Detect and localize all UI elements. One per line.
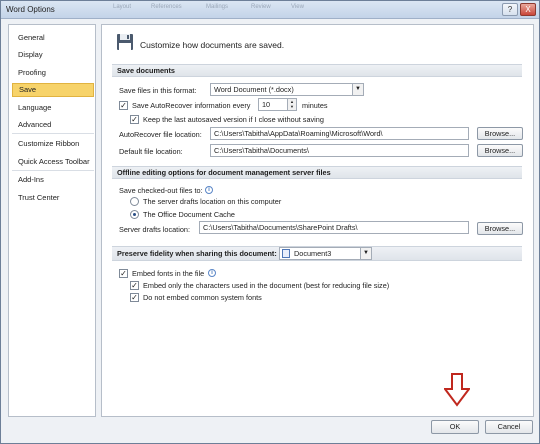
server-drafts-radio[interactable] bbox=[130, 197, 139, 206]
autorecover-label: Save AutoRecover information every bbox=[132, 101, 251, 110]
server-drafts-location-label: Server drafts location: bbox=[119, 225, 190, 234]
sidebar-item-advanced[interactable]: Advanced bbox=[12, 118, 94, 132]
sidebar-item-proofing[interactable]: Proofing bbox=[12, 66, 94, 80]
ghost-tab-layout: Layout bbox=[113, 4, 132, 10]
server-drafts-option-label: The server drafts location on this compu… bbox=[143, 197, 282, 206]
word-document-icon bbox=[282, 249, 290, 258]
autorecover-location-label: AutoRecover file location: bbox=[119, 130, 202, 139]
sidebar-item-language[interactable]: Language bbox=[12, 101, 94, 115]
save-format-select[interactable]: Word Document (*.docx) ▼ bbox=[210, 83, 364, 96]
do-not-embed-system-fonts-checkbox[interactable]: ✓ bbox=[130, 293, 139, 302]
ghost-tab-mailings: Mailings bbox=[206, 4, 229, 10]
help-button[interactable]: ? bbox=[502, 3, 518, 16]
sidebar-item-general[interactable]: General bbox=[12, 31, 94, 45]
office-document-cache-option-label: The Office Document Cache bbox=[143, 210, 235, 219]
save-options-panel: Customize how documents are saved. Save … bbox=[101, 24, 534, 417]
sidebar-divider bbox=[12, 133, 94, 134]
default-location-browse-button[interactable]: Browse... bbox=[477, 144, 523, 157]
section-offline-editing: Offline editing options for document man… bbox=[112, 166, 522, 179]
ok-button[interactable]: OK bbox=[431, 420, 479, 434]
fidelity-document-value: Document3 bbox=[294, 249, 332, 258]
chevron-down-icon: ▼ bbox=[352, 84, 363, 95]
keep-last-autosaved-label: Keep the last autosaved version if I clo… bbox=[143, 115, 324, 124]
do-not-embed-system-fonts-label: Do not embed common system fonts bbox=[143, 293, 262, 302]
autorecover-minutes-spinner[interactable]: 10 ▲ ▼ bbox=[258, 98, 297, 111]
autorecover-browse-button[interactable]: Browse... bbox=[477, 127, 523, 140]
info-icon: i bbox=[205, 186, 213, 194]
title-bar: Word Options Layout References Mailings … bbox=[1, 1, 539, 19]
embed-only-used-characters-checkbox[interactable]: ✓ bbox=[130, 281, 139, 290]
sidebar-item-save[interactable]: Save bbox=[12, 83, 94, 97]
sidebar-item-display[interactable]: Display bbox=[12, 48, 94, 62]
sidebar-item-customize-ribbon[interactable]: Customize Ribbon bbox=[12, 137, 94, 151]
word-options-dialog: Word Options Layout References Mailings … bbox=[0, 0, 540, 444]
options-sidebar: General Display Proofing Save Language A… bbox=[8, 24, 96, 417]
window-title: Word Options bbox=[6, 5, 55, 14]
fidelity-document-select[interactable]: Document3 ▼ bbox=[279, 247, 372, 260]
default-location-label: Default file location: bbox=[119, 147, 183, 156]
preserve-fidelity-label: Preserve fidelity when sharing this docu… bbox=[117, 249, 277, 258]
autorecover-checkbox[interactable]: ✓ bbox=[119, 101, 128, 110]
info-icon: i bbox=[208, 269, 216, 277]
sidebar-item-quick-access-toolbar[interactable]: Quick Access Toolbar bbox=[12, 155, 94, 169]
keep-last-autosaved-checkbox[interactable]: ✓ bbox=[130, 115, 139, 124]
ghost-tab-review: Review bbox=[251, 4, 271, 10]
autorecover-location-input[interactable]: C:\Users\Tabitha\AppData\Roaming\Microso… bbox=[210, 127, 469, 140]
spinner-arrows-icon: ▲ ▼ bbox=[287, 99, 296, 110]
autorecover-minutes-value: 10 bbox=[262, 100, 271, 109]
server-drafts-browse-button[interactable]: Browse... bbox=[477, 222, 523, 235]
minutes-label: minutes bbox=[302, 101, 328, 110]
save-format-label: Save files in this format: bbox=[119, 86, 197, 95]
ghost-tab-references: References bbox=[151, 4, 182, 10]
close-button[interactable]: X bbox=[520, 3, 536, 16]
sidebar-divider bbox=[12, 170, 94, 171]
embed-only-used-characters-label: Embed only the characters used in the do… bbox=[143, 281, 390, 290]
page-header: Customize how documents are saved. bbox=[140, 40, 285, 50]
default-location-input[interactable]: C:\Users\Tabitha\Documents\ bbox=[210, 144, 469, 157]
chevron-down-icon: ▼ bbox=[360, 248, 371, 259]
sidebar-item-add-ins[interactable]: Add-Ins bbox=[12, 173, 94, 187]
ghost-tab-view: View bbox=[291, 4, 304, 10]
section-save-documents: Save documents bbox=[112, 64, 522, 77]
sidebar-item-trust-center[interactable]: Trust Center bbox=[12, 191, 94, 205]
embed-fonts-checkbox[interactable]: ✓ bbox=[119, 269, 128, 278]
arrow-down-icon bbox=[444, 373, 470, 407]
cancel-button[interactable]: Cancel bbox=[485, 420, 533, 434]
floppy-disk-icon bbox=[117, 34, 133, 50]
server-drafts-location-input[interactable]: C:\Users\Tabitha\Documents\SharePoint Dr… bbox=[199, 221, 469, 234]
save-format-value: Word Document (*.docx) bbox=[214, 85, 294, 94]
embed-fonts-label: Embed fonts in the file bbox=[132, 269, 205, 278]
office-document-cache-radio[interactable] bbox=[130, 210, 139, 219]
save-checked-out-label: Save checked-out files to: bbox=[119, 186, 203, 195]
